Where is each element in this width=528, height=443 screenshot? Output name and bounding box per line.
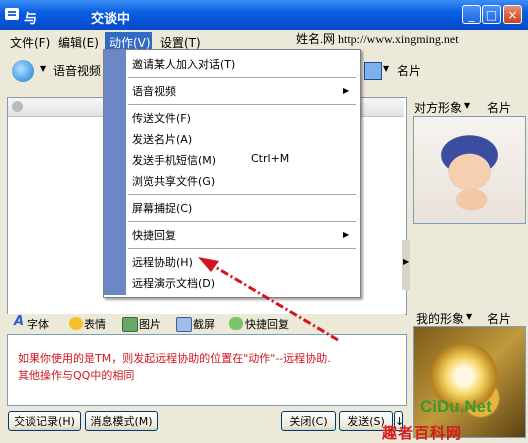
message-input-text: 如果你使用的是TM，则发起远程协助的位置在"动作"--远程协助. 其他操作与QQ… [18,350,398,384]
chat-history-button[interactable]: 交谈记录(H) [8,411,81,431]
title-bar[interactable] [0,0,528,30]
peer-avatar-photo [413,116,526,224]
menu-item-browse-shared[interactable]: 浏览共享文件(G) [132,173,215,189]
menu-separator [128,221,356,222]
window-title-contact: 与 [24,12,38,27]
message-line-1: 如果你使用的是TM，则发起远程协助的位置在"动作"--远程协助. [18,352,331,365]
message-mode-button[interactable]: 消息模式(M) [85,411,158,431]
message-line-2: 其他操作与QQ中的相同 [18,369,135,382]
peer-card-tab[interactable]: 名片 [487,99,511,116]
minimize-button[interactable]: _ [462,5,481,24]
chat-window-icon [5,8,19,20]
menu-edit[interactable]: 编辑(E) [58,34,99,51]
menu-item-send-card[interactable]: 发送名片(A) [132,131,192,147]
font-icon[interactable]: A [14,314,24,329]
voice-video-label[interactable]: 语音视频 [53,62,101,79]
emoticon-button[interactable]: 表情 [84,316,106,332]
close-window-button[interactable]: × [503,5,522,24]
my-card-tab[interactable]: 名片 [487,310,511,327]
menu-item-send-sms[interactable]: 发送手机短信(M) [132,152,216,168]
chevron-down-icon[interactable]: ▼ [464,101,470,110]
sms-shortcut: Ctrl+M [251,152,290,165]
emoticon-icon[interactable] [69,317,83,330]
user-icon [12,101,23,112]
menu-item-remote-assist[interactable]: 远程协助(H) [132,254,193,270]
menu-separator [128,77,356,78]
screenshot-button[interactable]: 截屏 [193,316,215,332]
card-label[interactable]: 名片 [397,62,421,79]
chevron-right-icon[interactable]: ▶ [403,257,409,266]
submenu-arrow-icon: ▶ [343,86,350,95]
menu-item-voice-video[interactable]: 语音视频 [132,83,176,99]
menu-item-send-file[interactable]: 传送文件(F) [132,110,191,126]
font-button[interactable]: 字体 [27,316,49,332]
quick-reply-button[interactable]: 快捷回复 [245,316,289,332]
menu-item-remote-presentation[interactable]: 远程演示文档(D) [132,275,215,291]
menu-side-strip [104,50,126,295]
menu-item-quick-reply[interactable]: 快捷回复 [132,227,176,243]
submenu-arrow-icon: ▶ [343,230,350,239]
voice-video-icon[interactable] [12,60,34,82]
menu-item-screen-capture[interactable]: 屏幕捕捉(C) [132,200,192,216]
menu-separator [128,248,356,249]
my-avatar-label[interactable]: 我的形象 [416,310,464,327]
site-watermark: 姓名.网 http://www.xingming.net [296,32,459,46]
menu-separator [128,104,356,105]
quick-reply-icon[interactable] [229,317,243,330]
menu-separator [128,194,356,195]
maximize-button[interactable]: □ [482,5,501,24]
peer-avatar-label[interactable]: 对方形象 [414,99,462,116]
chevron-down-icon[interactable]: ▼ [383,64,389,73]
cidu-watermark: CiDu.Net [420,397,492,416]
chevron-down-icon[interactable]: ▼ [40,64,46,73]
screenshot-icon[interactable] [176,317,192,332]
close-button[interactable]: 关闭(C) [281,411,336,431]
menu-file[interactable]: 文件(F) [10,34,50,51]
window-title: 交谈中 [91,12,131,27]
site-watermark-bottom: 趣者百科网 [382,424,463,442]
image-button[interactable]: 图片 [139,316,161,332]
card-icon[interactable] [364,62,382,80]
image-icon[interactable] [122,317,138,332]
chevron-down-icon[interactable]: ▼ [466,312,472,321]
menu-item-invite[interactable]: 邀请某人加入对话(T) [132,56,235,72]
